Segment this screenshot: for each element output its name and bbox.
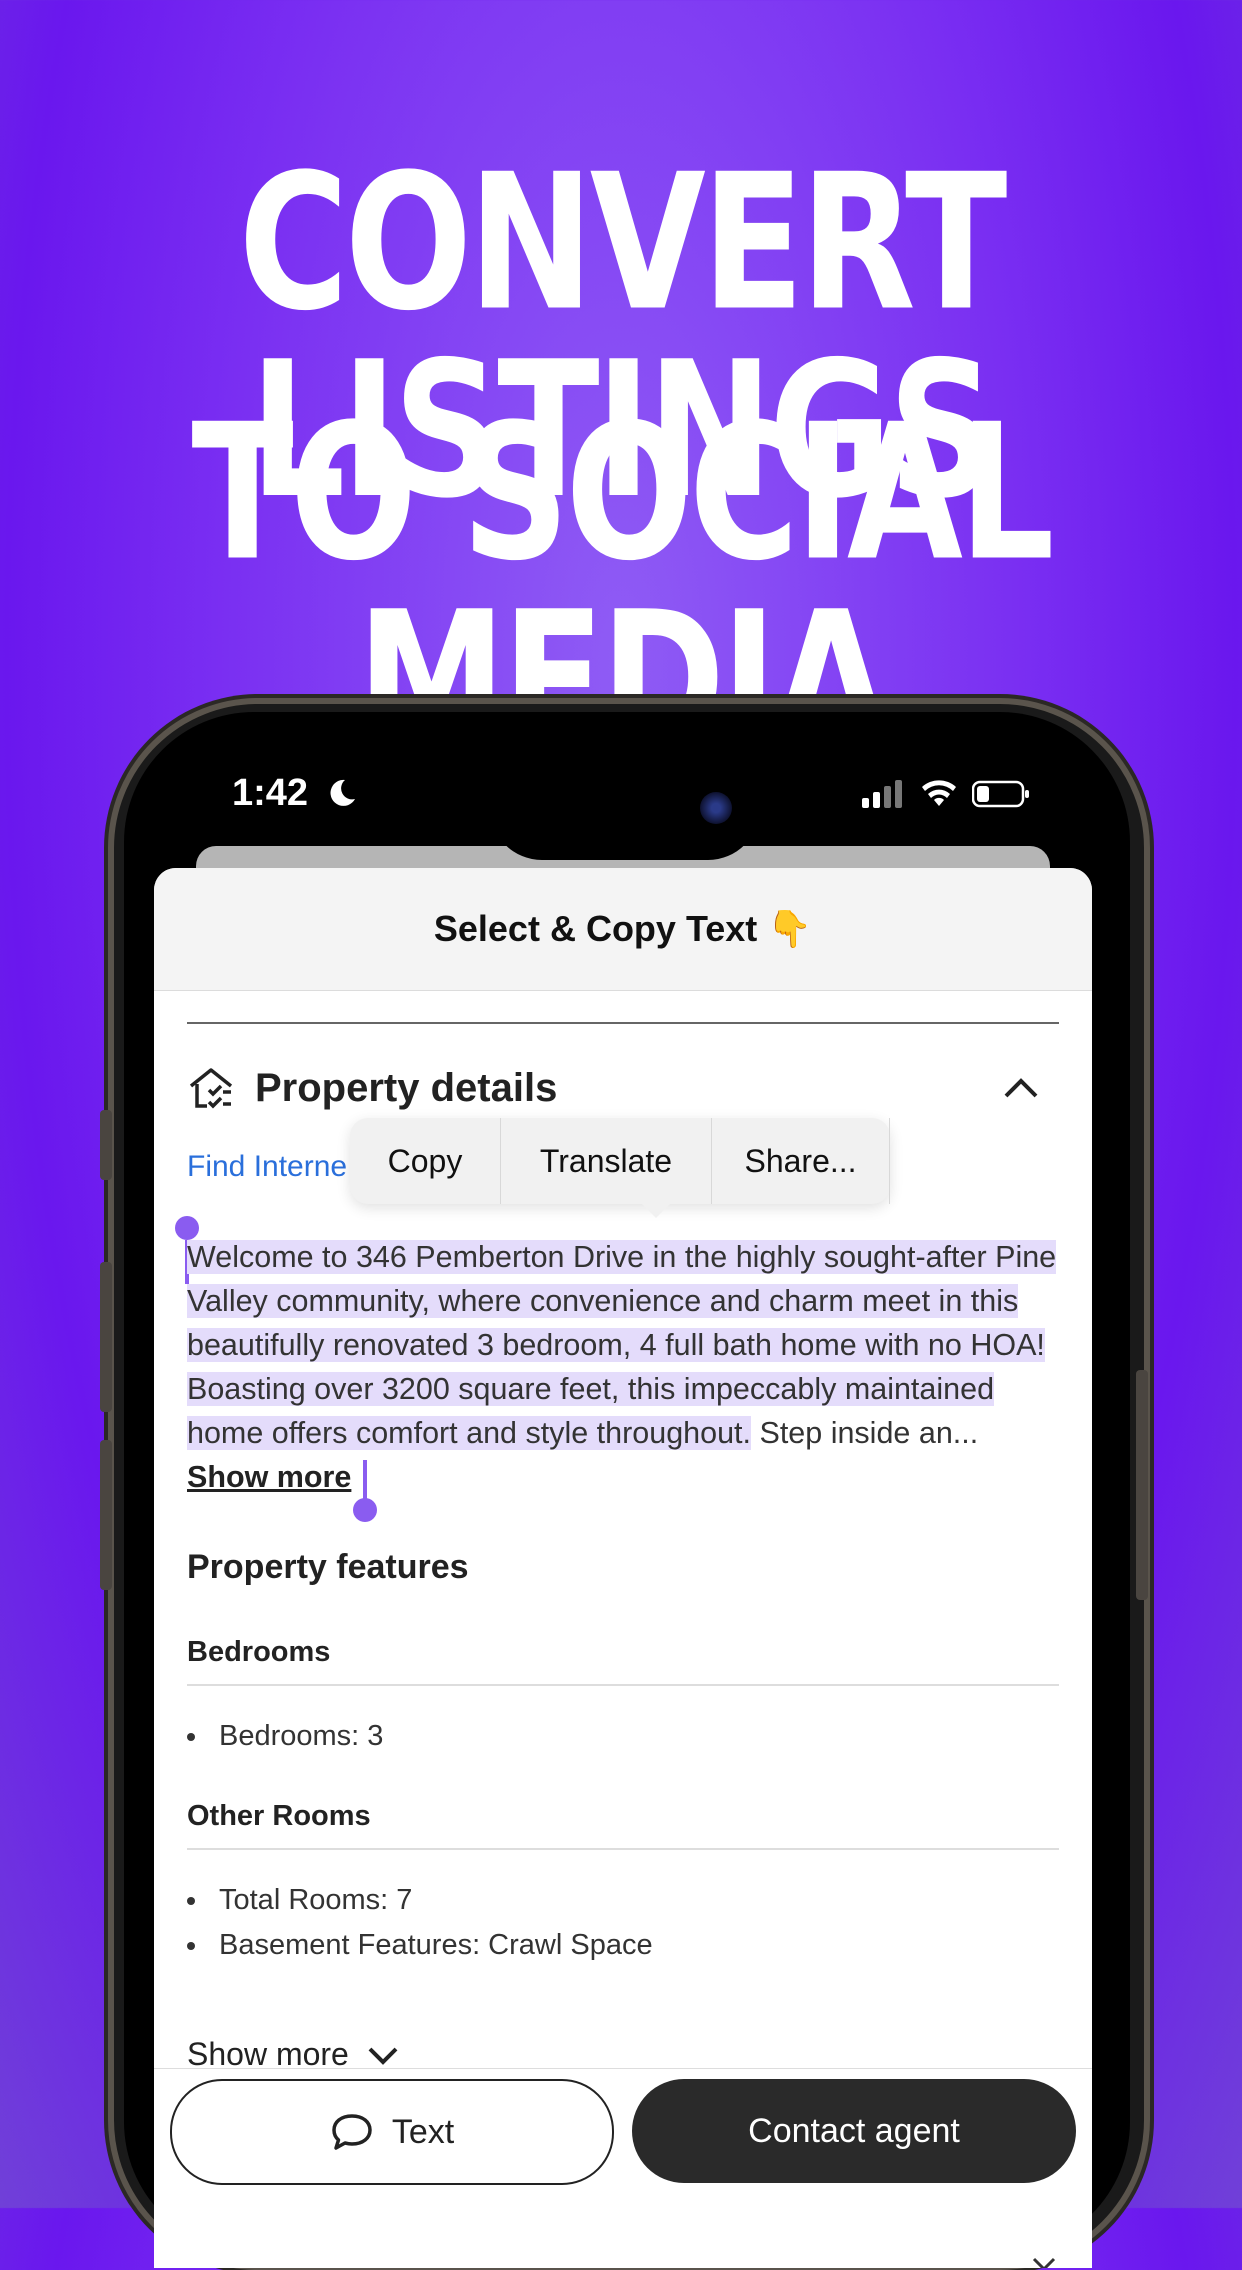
property-features-title: Property features (187, 1548, 469, 1586)
property-description: Welcome to 346 Pemberton Drive in the hi… (187, 1235, 1059, 1499)
volume-up-button (100, 1262, 112, 1412)
wifi-icon (922, 780, 956, 806)
selection-end-knob[interactable] (353, 1498, 377, 1522)
context-menu: Copy Translate Share... (350, 1118, 890, 1218)
find-internet-link[interactable]: Find Interne (187, 1150, 347, 1184)
status-time: 1:42 (232, 772, 357, 815)
context-menu-pointer (640, 1202, 672, 1218)
list-item: Basement Features: Crawl Space (187, 1929, 653, 1962)
mute-switch (100, 1110, 112, 1180)
house-checklist-icon (189, 1068, 233, 1109)
bullet-dot (187, 1896, 195, 1905)
text-button[interactable]: Text (170, 2079, 614, 2185)
contact-agent-label: Contact agent (748, 2111, 960, 2150)
bedrooms-heading: Bedrooms (187, 1636, 331, 1668)
sheet-title: Select & Copy Text 👇 (433, 908, 813, 949)
copy-menu-item[interactable]: Copy (350, 1118, 501, 1204)
status-icons (862, 780, 1030, 808)
share-menu-item[interactable]: Share... (712, 1118, 890, 1204)
total-rooms-value: Total Rooms: 7 (219, 1884, 413, 1916)
bedrooms-value: Bedrooms: 3 (219, 1720, 384, 1752)
text-select-sheet: Select & Copy Text 👇 Property details Fi… (154, 868, 1092, 2268)
dynamic-island (490, 756, 760, 860)
volume-down-button (100, 1440, 112, 1590)
power-button (1136, 1370, 1148, 1600)
other-rooms-heading: Other Rooms (187, 1800, 371, 1832)
chat-bubble-icon (332, 2114, 372, 2150)
chevron-down-icon[interactable] (1032, 2257, 1056, 2268)
divider (187, 1684, 1059, 1686)
text-button-label: Text (391, 2112, 455, 2151)
bottom-action-bar: Text Contact agent (154, 2068, 1092, 2268)
list-item: Bedrooms: 3 (187, 1720, 383, 1753)
translate-menu-item[interactable]: Translate (501, 1118, 712, 1204)
chevron-up-icon[interactable] (1003, 1074, 1039, 1102)
signal-icon (862, 780, 902, 808)
list-item: Total Rooms: 7 (187, 1884, 412, 1917)
unselected-text: Step inside an... (751, 1416, 979, 1450)
property-details-header[interactable]: Property details (187, 1058, 1059, 1118)
bullet-dot (187, 1941, 195, 1950)
bullet-dot (187, 1732, 195, 1741)
contact-agent-button[interactable]: Contact agent (632, 2079, 1076, 2183)
battery-icon (972, 780, 1029, 808)
divider (187, 1022, 1059, 1024)
chevron-down-icon (368, 2047, 398, 2065)
camera-icon (700, 792, 732, 824)
divider (187, 1848, 1059, 1850)
moon-icon (330, 779, 355, 806)
status-time-text: 1:42 (232, 772, 309, 814)
property-details-title: Property details (255, 1065, 558, 1110)
basement-features-value: Basement Features: Crawl Space (219, 1929, 653, 1961)
sheet-header: Select & Copy Text 👇 (154, 868, 1092, 991)
show-more-link[interactable]: Show more (187, 1460, 351, 1494)
